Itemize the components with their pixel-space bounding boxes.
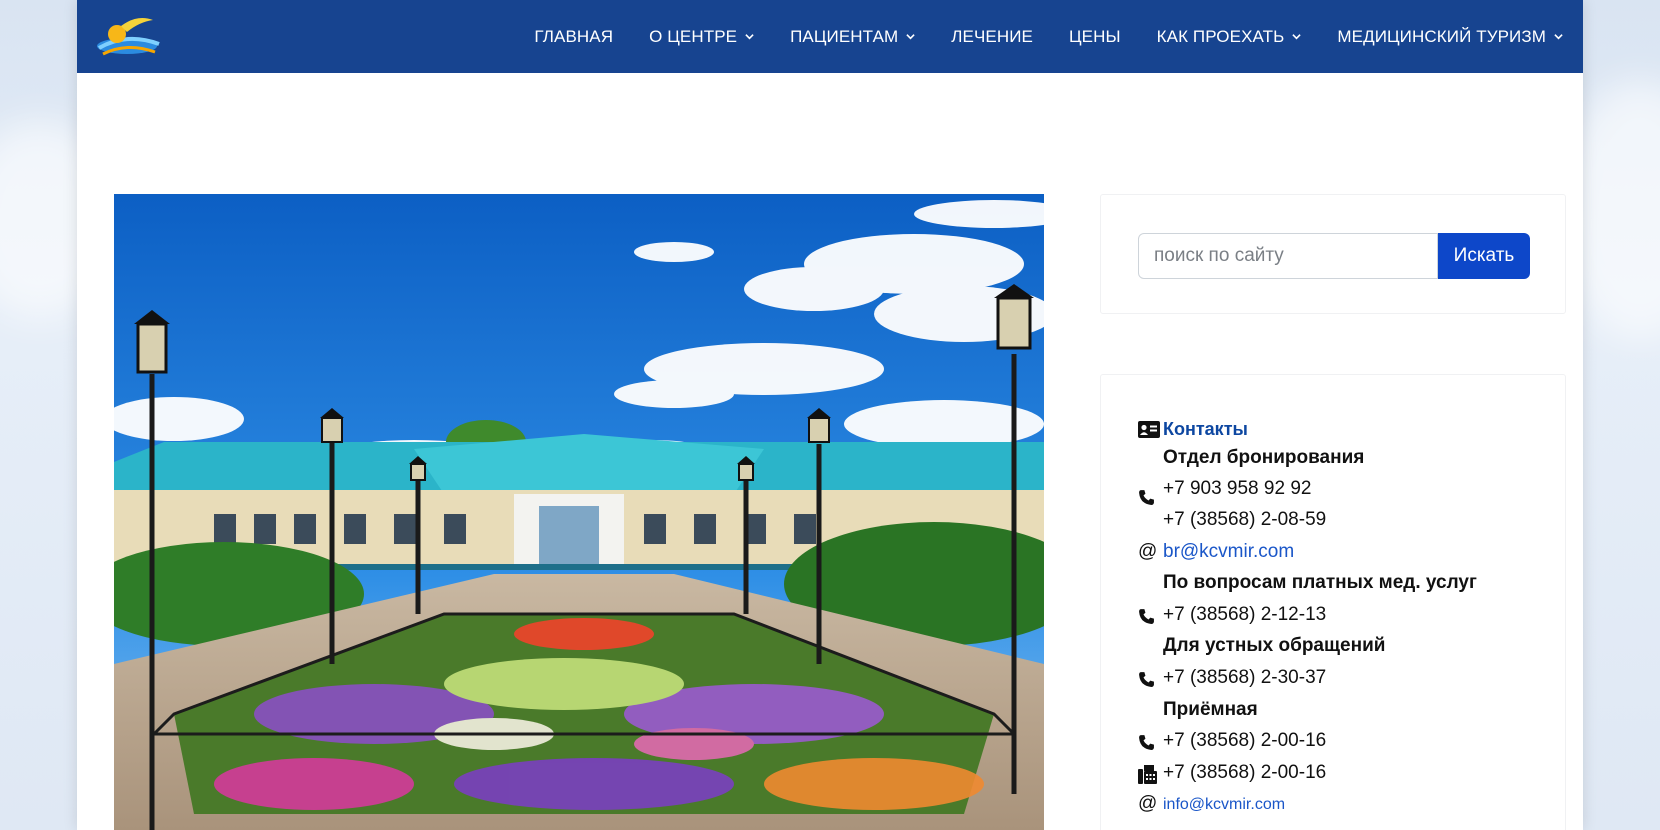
search-input[interactable] <box>1138 233 1438 279</box>
nav-item-label: О ЦЕНТРЕ <box>649 26 738 46</box>
phone-icon <box>1139 672 1154 687</box>
contacts-widget: Контакты Отдел бронирования +7 903 958 9… <box>1100 374 1566 830</box>
reception-fax[interactable]: +7 (38568) 2-00-16 <box>1163 762 1326 784</box>
phone-icon-booking <box>1138 489 1163 506</box>
reception-email-row: @ <box>1138 793 1163 815</box>
booking-email-link[interactable]: br@kcvmir.com <box>1163 541 1294 563</box>
paid-phone[interactable]: +7 (38568) 2-12-13 <box>1163 604 1326 626</box>
main-menu: ГЛАВНАЯ О ЦЕНТРЕ ПАЦИЕНТАМ ЛЕЧЕНИЕ ЦЕНЫ КАК П… <box>534 0 1563 73</box>
chevron-down-icon <box>1554 34 1563 40</box>
fax-icon <box>1138 765 1157 784</box>
booking-phone-1[interactable]: +7 903 958 92 92 <box>1163 478 1311 500</box>
top-navbar: ГЛАВНАЯ О ЦЕНТРЕ ПАЦИЕНТАМ ЛЕЧЕНИЕ ЦЕНЫ КАК П… <box>77 0 1583 73</box>
nav-item-6[interactable]: МЕДИЦИНСКИЙ ТУРИЗМ <box>1337 27 1563 47</box>
contacts-title[interactable]: Контакты <box>1138 419 1248 440</box>
reception-phone[interactable]: +7 (38568) 2-00-16 <box>1163 730 1326 752</box>
nav-item-0[interactable]: ГЛАВНАЯ <box>534 27 613 47</box>
nav-item-label: ЦЕНЫ <box>1069 26 1121 46</box>
nav-item-label: МЕДИЦИНСКИЙ ТУРИЗМ <box>1337 26 1546 46</box>
oral-phone[interactable]: +7 (38568) 2-30-37 <box>1163 667 1326 689</box>
booking-heading: Отдел бронирования <box>1163 447 1365 468</box>
nav-item-3[interactable]: ЛЕЧЕНИЕ <box>951 27 1033 47</box>
nav-item-label: ЛЕЧЕНИЕ <box>951 26 1033 46</box>
nav-item-label: ГЛАВНАЯ <box>534 26 614 46</box>
reception-fax-row <box>1138 765 1163 784</box>
sanatorium-photo <box>114 194 1044 830</box>
phone-icon <box>1139 735 1154 750</box>
oral-requests-heading: Для устных обращений <box>1163 635 1386 656</box>
address-card-icon <box>1138 421 1160 438</box>
site-logo[interactable] <box>93 10 163 60</box>
contacts-title-label: Контакты <box>1163 419 1248 439</box>
booking-email-row: @ <box>1138 541 1163 563</box>
chevron-down-icon <box>1292 34 1302 40</box>
reception-phone-row <box>1138 734 1163 751</box>
at-icon: @ <box>1138 793 1158 814</box>
search-widget: Искать <box>1100 194 1566 314</box>
at-icon: @ <box>1138 541 1158 562</box>
oral-phone-row <box>1138 671 1163 688</box>
phone-icon <box>1139 490 1154 505</box>
booking-phone-2[interactable]: +7 (38568) 2-08-59 <box>1163 509 1326 531</box>
nav-item-1[interactable]: О ЦЕНТРЕ <box>649 27 754 47</box>
nav-item-label: КАК ПРОЕХАТЬ <box>1156 26 1285 46</box>
phone-icon <box>1139 609 1154 624</box>
reception-heading: Приёмная <box>1163 699 1258 720</box>
chevron-down-icon <box>745 34 754 40</box>
search-button[interactable]: Искать <box>1438 233 1530 279</box>
nav-item-label: ПАЦИЕНТАМ <box>790 26 899 46</box>
nav-item-2[interactable]: ПАЦИЕНТАМ <box>790 27 915 47</box>
paid-phone-row <box>1138 608 1163 625</box>
nav-item-5[interactable]: КАК ПРОЕХАТЬ <box>1157 27 1302 47</box>
page-container: ГЛАВНАЯ О ЦЕНТРЕ ПАЦИЕНТАМ ЛЕЧЕНИЕ ЦЕНЫ КАК П… <box>77 0 1583 830</box>
nav-item-4[interactable]: ЦЕНЫ <box>1069 27 1121 47</box>
paid-services-heading: По вопросам платных мед. услуг <box>1163 572 1477 593</box>
reception-email-link[interactable]: info@kcvmir.com <box>1163 796 1285 814</box>
chevron-down-icon <box>906 34 915 40</box>
